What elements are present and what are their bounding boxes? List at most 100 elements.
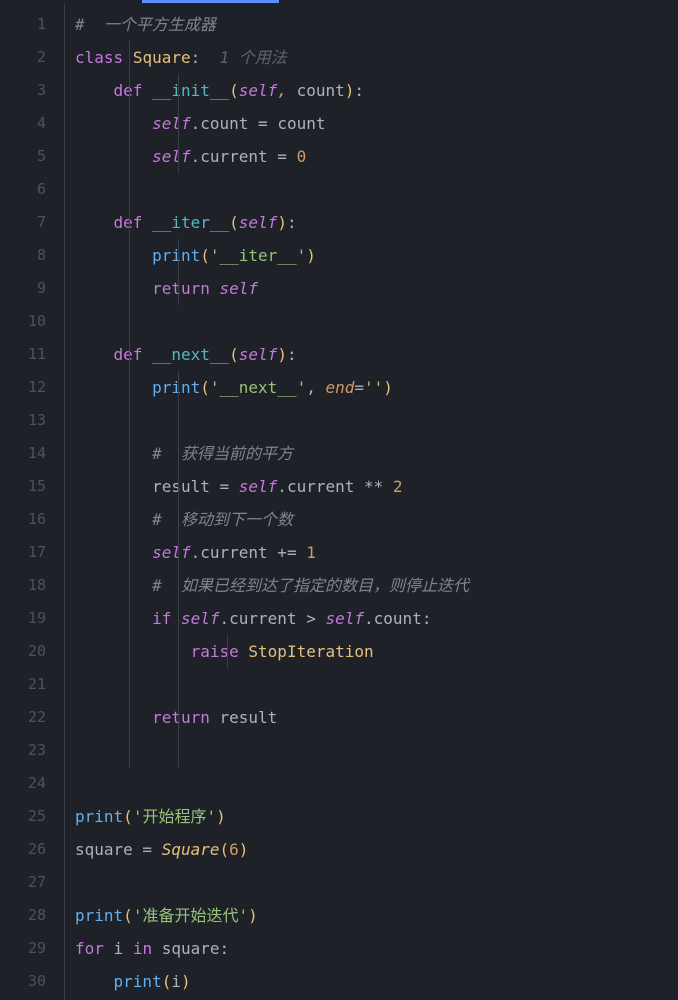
code-line[interactable]: print('__iter__') [75,239,678,272]
line-number: 5 [0,140,46,173]
func-call: print [152,246,200,265]
code-line[interactable] [75,305,678,338]
string: '__iter__' [210,246,306,265]
self: self [152,543,191,562]
code-line[interactable] [75,173,678,206]
code-line[interactable]: raise StopIteration [75,635,678,668]
line-number: 3 [0,74,46,107]
code-line[interactable]: # 如果已经到达了指定的数目，则停止迭代 [75,569,678,602]
punct: : [191,48,201,67]
code-line[interactable]: self.count = count [75,107,678,140]
keyword: class [75,48,123,67]
code-line[interactable]: def __next__(self): [75,338,678,371]
func-call: print [75,807,123,826]
keyword: def [114,213,143,232]
paren: ( [123,807,133,826]
self: self [325,609,364,628]
method-name: __init__ [152,81,229,100]
number: 2 [393,477,403,496]
dot: . [191,114,201,133]
code-text-area[interactable]: # 一个平方生成器 class Square: 1 个用法 def __init… [64,4,678,1000]
line-number: 11 [0,338,46,371]
code-line[interactable]: return result [75,701,678,734]
op: = [354,378,364,397]
dot: . [364,609,374,628]
func-call: print [75,906,123,925]
paren: ( [229,81,239,100]
line-number: 27 [0,866,46,899]
self: self [239,345,278,364]
line-number: 14 [0,437,46,470]
line-number: 12 [0,371,46,404]
code-line[interactable] [75,668,678,701]
class-name: StopIteration [248,642,373,661]
paren: ) [306,246,316,265]
keyword: raise [191,642,239,661]
code-line[interactable]: self.current += 1 [75,536,678,569]
code-line[interactable]: print(i) [75,965,678,998]
line-number: 6 [0,173,46,206]
dot: . [220,609,230,628]
dot: . [277,477,287,496]
method-name: __next__ [152,345,229,364]
op: = [248,114,277,133]
comment: # 移动到下一个数 [152,510,293,529]
op: > [297,609,326,628]
code-line[interactable]: # 一个平方生成器 [75,8,678,41]
code-line[interactable]: print('开始程序') [75,800,678,833]
paren: ( [229,345,239,364]
self: self [152,114,191,133]
func-call: print [114,972,162,991]
punct: : [354,81,364,100]
line-number: 19 [0,602,46,635]
code-line[interactable] [75,767,678,800]
punct: : [422,609,432,628]
code-line[interactable]: class Square: 1 个用法 [75,41,678,74]
indent-guide [227,635,228,668]
code-line[interactable]: def __iter__(self): [75,206,678,239]
self: self [220,279,259,298]
number: 0 [297,147,307,166]
keyword: def [114,81,143,100]
code-editor[interactable]: 1 2 3 4 5 6 7 8 9 10 11 12 13 14 15 16 1… [0,4,678,1000]
code-line[interactable]: for i in square: [75,932,678,965]
active-tab-indicator [142,0,279,3]
code-line[interactable] [75,734,678,767]
code-line[interactable]: # 移动到下一个数 [75,503,678,536]
paren: ) [181,972,191,991]
code-line[interactable]: square = Square(6) [75,833,678,866]
comment: # 一个平方生成器 [75,15,216,34]
code-line[interactable] [75,404,678,437]
self: self [239,81,278,100]
attr: count [200,114,248,133]
paren: ( [200,378,210,397]
op: += [268,543,307,562]
op: = [133,840,162,859]
line-number: 2 [0,41,46,74]
code-line[interactable]: if self.current > self.count: [75,602,678,635]
string: '__next__' [210,378,306,397]
code-line[interactable]: print('准备开始迭代') [75,899,678,932]
comma: , [277,81,296,100]
code-line[interactable]: return self [75,272,678,305]
paren: ) [383,378,393,397]
class-name: Square [133,48,191,67]
line-number: 24 [0,767,46,800]
class-name: Square [162,840,220,859]
id: count [277,114,325,133]
keyword: return [152,279,210,298]
code-line[interactable]: # 获得当前的平方 [75,437,678,470]
code-line[interactable]: print('__next__', end='') [75,371,678,404]
keyword: in [133,939,152,958]
self: self [239,477,278,496]
method-name: __iter__ [152,213,229,232]
code-line[interactable] [75,866,678,899]
code-line[interactable]: result = self.current ** 2 [75,470,678,503]
string: '开始程序' [133,807,216,826]
code-line[interactable]: self.current = 0 [75,140,678,173]
comment: # 获得当前的平方 [152,444,293,463]
line-number: 9 [0,272,46,305]
line-number: 30 [0,965,46,998]
code-line[interactable]: def __init__(self, count): [75,74,678,107]
paren: ( [200,246,210,265]
